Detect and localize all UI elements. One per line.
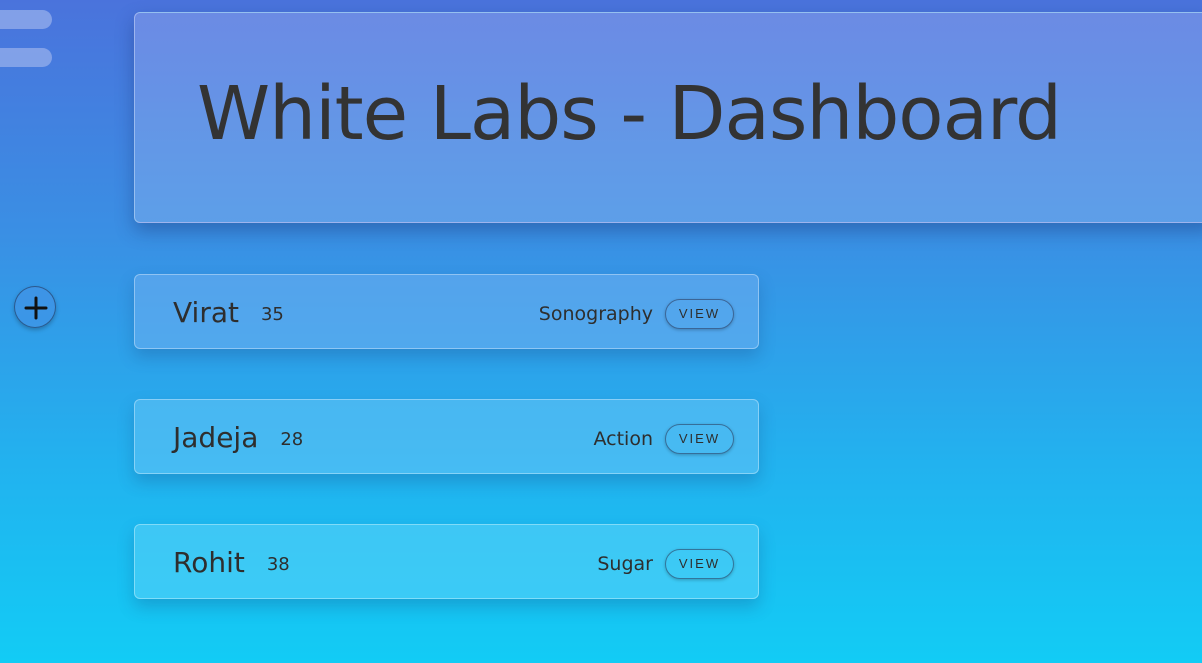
- patient-actions: Action VIEW: [593, 424, 734, 454]
- patient-name-row: Rohit 38: [173, 546, 290, 579]
- patient-actions: Sugar VIEW: [597, 549, 734, 579]
- patient-test: Sonography: [538, 303, 653, 325]
- patient-card: Jadeja 28 Action VIEW: [134, 399, 759, 474]
- view-button[interactable]: VIEW: [665, 299, 734, 329]
- plus-icon: [24, 296, 48, 320]
- view-button[interactable]: VIEW: [665, 549, 734, 579]
- hamburger-menu-icon[interactable]: [0, 0, 60, 80]
- dashboard-header: White Labs - Dashboard: [134, 12, 1202, 223]
- menu-bar-top: [0, 10, 52, 29]
- view-button[interactable]: VIEW: [665, 424, 734, 454]
- patient-name: Jadeja: [173, 421, 259, 454]
- patient-name: Virat: [173, 296, 239, 329]
- patient-age: 38: [266, 554, 290, 575]
- menu-bar-bottom: [0, 48, 52, 67]
- patient-test: Sugar: [597, 553, 653, 575]
- patient-name-row: Jadeja 28: [173, 421, 303, 454]
- patient-test: Action: [593, 428, 653, 450]
- patient-name-row: Virat 35: [173, 296, 284, 329]
- patient-actions: Sonography VIEW: [539, 299, 734, 329]
- patient-card: Rohit 38 Sugar VIEW: [134, 524, 759, 599]
- patient-card: Virat 35 Sonography VIEW: [134, 274, 759, 349]
- patient-age: 35: [260, 304, 284, 325]
- page-title: White Labs - Dashboard: [197, 71, 1062, 157]
- add-patient-button[interactable]: [14, 286, 56, 328]
- patient-name: Rohit: [173, 546, 245, 579]
- patient-age: 28: [280, 429, 304, 450]
